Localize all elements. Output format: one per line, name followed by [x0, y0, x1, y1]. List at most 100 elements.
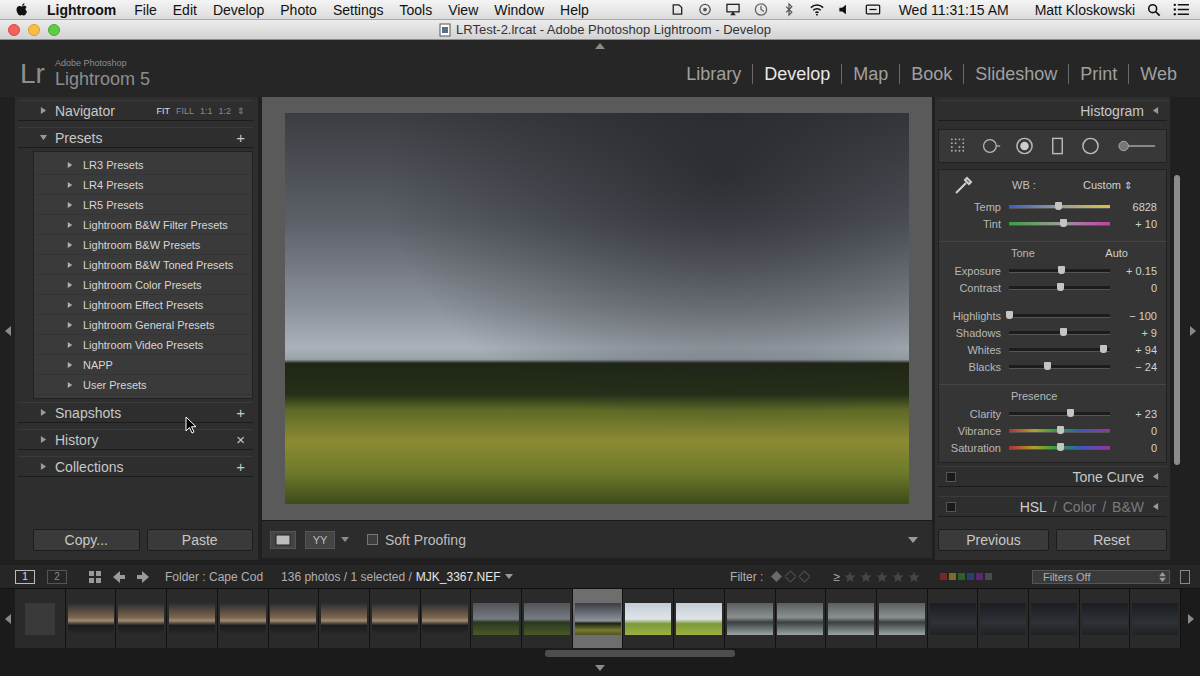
thumbnail[interactable]: [169, 603, 215, 635]
before-after-button[interactable]: YY: [305, 531, 335, 549]
selected-file[interactable]: MJK_3367.NEF: [416, 570, 501, 584]
module-tab[interactable]: Slideshow: [963, 64, 1068, 84]
panel-action-button[interactable]: +: [236, 458, 245, 475]
thumbnail[interactable]: [930, 603, 976, 635]
filmstrip-cell[interactable]: [116, 589, 167, 648]
preset-folder[interactable]: LR5 Presets: [34, 195, 252, 215]
disclosure-icon[interactable]: [1152, 107, 1159, 114]
disclosure-icon[interactable]: [67, 382, 73, 388]
filmstrip-cell[interactable]: [269, 589, 320, 648]
soft-proofing-checkbox[interactable]: [367, 534, 378, 545]
filmstrip-cell[interactable]: [1080, 589, 1131, 648]
module-tab[interactable]: Library: [675, 64, 752, 84]
slider-value[interactable]: 0: [1118, 425, 1166, 437]
slider-value[interactable]: − 24: [1118, 361, 1166, 373]
filmstrip-cell[interactable]: [776, 589, 827, 648]
graduated-filter-icon[interactable]: [1048, 136, 1067, 156]
disclosure-icon[interactable]: [67, 342, 73, 348]
preset-folder[interactable]: Lightroom Effect Presets: [34, 295, 252, 315]
add-preset-button[interactable]: +: [236, 129, 245, 146]
disclosure-icon[interactable]: [67, 282, 73, 288]
thumbnail[interactable]: [321, 603, 367, 635]
menu-item[interactable]: Tools: [399, 2, 432, 18]
star-icon[interactable]: [908, 571, 920, 583]
filmstrip-cell[interactable]: [370, 589, 421, 648]
menu-item[interactable]: View: [448, 2, 478, 18]
slider-track[interactable]: [1009, 286, 1110, 290]
panel-switch[interactable]: [946, 472, 956, 482]
spot-removal-icon[interactable]: [982, 136, 1001, 156]
panel-switch[interactable]: [946, 502, 956, 512]
slider-thumb[interactable]: [1057, 443, 1064, 451]
disclosure-icon[interactable]: [67, 162, 73, 168]
menu-item[interactable]: Help: [560, 2, 589, 18]
dropdown-arrow-icon[interactable]: [341, 537, 349, 542]
toolbar-menu-icon[interactable]: [908, 537, 918, 543]
thumbnail[interactable]: [1082, 603, 1128, 635]
volume-icon[interactable]: [837, 2, 853, 17]
thumbnail[interactable]: [777, 603, 823, 635]
preset-folder[interactable]: LR3 Presets: [34, 155, 252, 175]
preset-folder[interactable]: Lightroom B&W Filter Presets: [34, 215, 252, 235]
thumbnail[interactable]: [980, 603, 1026, 635]
filmstrip-cell[interactable]: [725, 589, 776, 648]
slider-track[interactable]: [1009, 269, 1110, 273]
color-label-swatch[interactable]: [958, 573, 965, 580]
disclosure-icon[interactable]: [67, 322, 73, 328]
slider-track[interactable]: [1009, 331, 1110, 335]
window-view-button[interactable]: 1: [15, 570, 35, 584]
collapse-left-panel-icon[interactable]: [5, 326, 11, 336]
filter-lock-button[interactable]: [1180, 570, 1190, 584]
color-label-swatch[interactable]: [967, 573, 974, 580]
red-eye-icon[interactable]: [1015, 136, 1034, 156]
filmstrip-cell[interactable]: [826, 589, 877, 648]
slider-thumb[interactable]: [1060, 328, 1067, 336]
panel-button[interactable]: Reset: [1056, 529, 1167, 551]
photo[interactable]: [285, 113, 909, 504]
preset-folder[interactable]: Lightroom B&W Toned Presets: [34, 255, 252, 275]
slider-value[interactable]: + 10: [1118, 218, 1166, 230]
color-label-swatch[interactable]: [976, 573, 983, 580]
slider-thumb[interactable]: [1100, 345, 1107, 353]
panel-header[interactable]: Snapshots+: [18, 402, 253, 423]
preset-folder[interactable]: LR4 Presets: [34, 175, 252, 195]
module-tab[interactable]: Map: [841, 64, 899, 84]
disclosure-icon[interactable]: [40, 409, 47, 416]
menu-item[interactable]: Develop: [213, 2, 264, 18]
collapse-right-panel-icon[interactable]: [1190, 326, 1196, 336]
disclosure-icon[interactable]: [67, 262, 73, 268]
hsl-header[interactable]: HSL/Color/B&W: [938, 496, 1167, 517]
zoom-option[interactable]: FIT: [156, 106, 170, 116]
thumbnail[interactable]: [372, 603, 418, 635]
notification-list-icon[interactable]: [1173, 3, 1190, 16]
module-tab[interactable]: Develop: [752, 64, 841, 84]
panel-header[interactable]: History×: [18, 429, 253, 450]
disclosure-icon[interactable]: [67, 222, 73, 228]
slider-track[interactable]: [1009, 205, 1110, 209]
apple-icon[interactable]: [15, 2, 29, 18]
thumbnail[interactable]: [524, 603, 570, 635]
thumbnail[interactable]: [270, 603, 316, 635]
menu-clock[interactable]: Wed 11:31:15 AM: [899, 2, 1009, 18]
menu-app[interactable]: Lightroom: [47, 2, 116, 18]
slider-track[interactable]: [1009, 365, 1110, 369]
pick-flag-icon[interactable]: [771, 571, 782, 582]
filmstrip-right-icon[interactable]: [1188, 614, 1194, 624]
collapse-top-panel-icon[interactable]: [595, 43, 605, 49]
filmstrip-cell[interactable]: [319, 589, 370, 648]
hsl-tab[interactable]: Color: [1063, 499, 1096, 515]
thumbnail[interactable]: [1132, 603, 1178, 635]
crop-grid-icon[interactable]: [949, 136, 968, 156]
slider-value[interactable]: + 9: [1118, 327, 1166, 339]
thumbnail[interactable]: [676, 603, 722, 635]
filmstrip-cell[interactable]: [877, 589, 928, 648]
zoom-option[interactable]: 1:1: [200, 106, 213, 116]
slider-track[interactable]: [1009, 429, 1110, 433]
preset-folder[interactable]: Lightroom Color Presets: [34, 275, 252, 295]
filmstrip-cell[interactable]: [1029, 589, 1080, 648]
reject-flag-icon[interactable]: [799, 571, 810, 582]
filmstrip-cell[interactable]: [573, 589, 624, 648]
filmstrip-cell[interactable]: [66, 589, 117, 648]
module-tab[interactable]: Web: [1128, 64, 1188, 84]
slider-thumb[interactable]: [1060, 219, 1067, 227]
